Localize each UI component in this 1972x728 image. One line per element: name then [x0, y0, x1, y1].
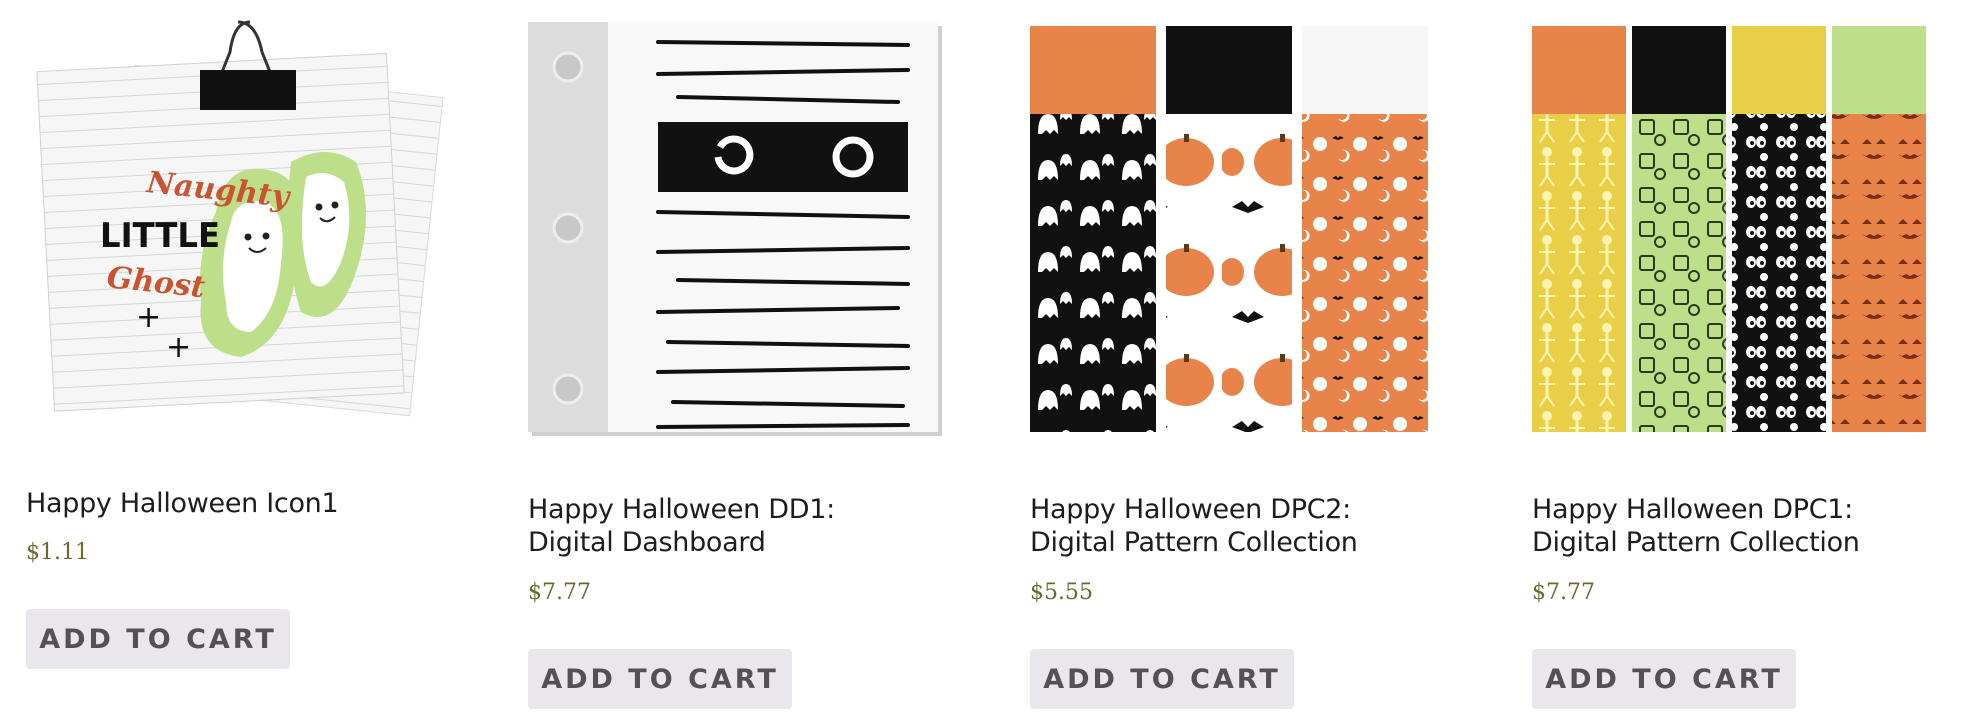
product-price: $5.55 [1030, 580, 1093, 605]
product-price: $7.77 [1532, 580, 1595, 605]
product-image-pattern-strips [1532, 26, 1926, 432]
add-to-cart-button[interactable]: ADD TO CART [528, 649, 792, 709]
product-price: $1.11 [26, 540, 89, 565]
add-to-cart-button[interactable]: ADD TO CART [1030, 649, 1294, 709]
product-title-link[interactable]: Happy Halloween DPC1: Digital Pattern Co… [1532, 493, 1932, 559]
product-card-dpc2: Happy Halloween DPC2: Digital Pattern Co… [1030, 0, 1450, 728]
product-card-icon1: Naughty LITTLE Ghost + + Happy Halloween… [26, 0, 446, 728]
product-title-link[interactable]: Happy Halloween DD1: Digital Dashboard [528, 493, 928, 559]
product-title-link[interactable]: Happy Halloween Icon1 [26, 487, 426, 520]
add-to-cart-button[interactable]: ADD TO CART [26, 609, 290, 669]
svg-text:+: + [136, 300, 161, 335]
product-price: $7.77 [528, 580, 591, 605]
image-text-little: LITTLE [100, 216, 220, 256]
product-image-naughty-little-ghost: Naughty LITTLE Ghost + + [36, 20, 444, 417]
product-image-pattern-strips [1030, 26, 1428, 432]
svg-text:+: + [166, 330, 191, 365]
product-image-mummy-dashboard [528, 22, 942, 436]
product-title-link[interactable]: Happy Halloween DPC2: Digital Pattern Co… [1030, 493, 1430, 559]
add-to-cart-button[interactable]: ADD TO CART [1532, 649, 1796, 709]
product-card-dd1: Happy Halloween DD1: Digital Dashboard $… [528, 0, 948, 728]
product-card-dpc1: Happy Halloween DPC1: Digital Pattern Co… [1532, 0, 1952, 728]
